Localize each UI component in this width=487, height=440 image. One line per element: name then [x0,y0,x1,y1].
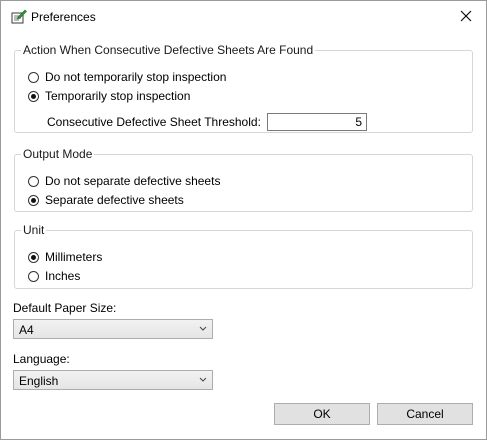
paper-size-label: Default Paper Size: [13,301,117,315]
radio-inches[interactable]: Inches [28,268,80,284]
threshold-label: Consecutive Defective Sheet Threshold: [47,115,261,129]
ok-button[interactable]: OK [274,403,370,425]
radio-circle[interactable] [28,90,39,102]
radio-millimeters[interactable]: Millimeters [28,249,102,265]
radio-separate[interactable]: Separate defective sheets [28,192,184,208]
radio-do-not-separate[interactable]: Do not separate defective sheets [28,173,220,189]
radio-label: Separate defective sheets [45,193,184,207]
unit-legend: Unit [23,223,45,237]
output-mode-legend: Output Mode [23,147,93,161]
threshold-input[interactable]: 5 [267,113,367,131]
radio-label: Do not separate defective sheets [45,174,221,188]
preferences-dialog: Preferences Action When Consecutive Defe… [0,0,487,440]
radio-label: Temporarily stop inspection [45,89,191,103]
radio-circle[interactable] [28,194,39,206]
output-mode-group: Output Mode Do not separate defective sh… [14,147,473,212]
radio-label: Inches [45,269,81,283]
radio-label: Millimeters [45,250,103,264]
window-title: Preferences [31,10,96,24]
radio-temporarily-stop[interactable]: Temporarily stop inspection [28,88,190,104]
radio-circle[interactable] [28,270,39,282]
preferences-icon [11,9,27,25]
radio-circle[interactable] [28,251,39,263]
unit-group: Unit Millimeters Inches [14,223,473,289]
radio-do-not-stop[interactable]: Do not temporarily stop inspection [28,69,226,85]
language-select[interactable]: English [13,370,213,390]
radio-circle[interactable] [28,71,39,83]
radio-label: Do not temporarily stop inspection [45,70,227,84]
language-label: Language: [13,352,70,366]
radio-circle[interactable] [28,175,39,187]
paper-size-select[interactable]: A4 [13,319,213,339]
language-value: English [19,374,59,388]
paper-size-value: A4 [19,323,34,337]
action-group: Action When Consecutive Defective Sheets… [14,43,473,133]
action-group-legend: Action When Consecutive Defective Sheets… [23,43,314,57]
close-button[interactable] [446,1,486,33]
title-bar: Preferences [1,1,486,33]
chevron-down-icon [199,323,207,333]
chevron-down-icon [199,374,207,384]
cancel-button[interactable]: Cancel [377,403,473,425]
close-icon [460,10,472,25]
